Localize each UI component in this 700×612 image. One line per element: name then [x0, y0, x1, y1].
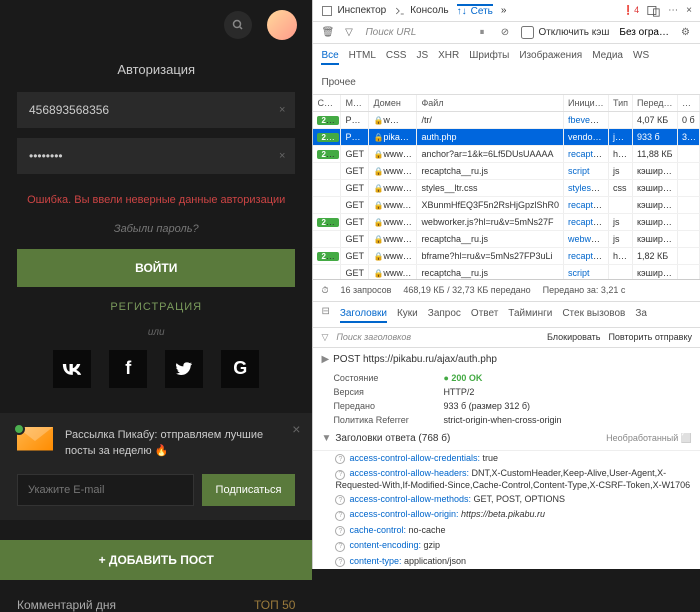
response-header: ?access-control-allow-origin: https://be…: [313, 507, 700, 523]
funnel-icon[interactable]: ▽: [342, 26, 355, 39]
filter-html[interactable]: HTML: [349, 48, 376, 65]
block-icon[interactable]: ⊘: [498, 26, 511, 39]
summary-reqs: 16 запросов: [340, 285, 391, 296]
trash-icon[interactable]: 🗑: [321, 26, 334, 39]
network-row[interactable]: GET🔒www…recaptcha__ru.jsscriptjsкэширо…: [313, 163, 700, 180]
disable-cache-checkbox[interactable]: Отключить кэш: [521, 26, 609, 39]
network-row[interactable]: GET🔒www…recaptcha__ru.jswebwor…jsкэширо…: [313, 231, 700, 248]
clock-icon: ⏱: [321, 285, 328, 296]
tab-more[interactable]: »: [501, 5, 507, 16]
filter-шрифты[interactable]: Шрифты: [469, 48, 509, 65]
email-input[interactable]: [17, 474, 194, 506]
status-badge: ● 200 OK: [443, 373, 482, 383]
throttle-select[interactable]: Без огра…: [619, 27, 669, 38]
search-url-input[interactable]: Поиск URL: [365, 27, 465, 38]
fb-button[interactable]: f: [109, 350, 147, 388]
google-button[interactable]: G: [221, 350, 259, 388]
clear-icon[interactable]: ×: [279, 150, 285, 162]
filter-изображения[interactable]: Изображения: [519, 48, 582, 65]
network-row[interactable]: 200GET🔒www…anchor?ar=1&k=6Lf5DUsUAAAArec…: [313, 146, 700, 163]
tab-network[interactable]: ↑↓ Сеть: [457, 4, 493, 17]
cod-top-link[interactable]: ТОП 50: [254, 598, 295, 612]
add-post-button[interactable]: + ДОБАВИТЬ ПОСТ: [0, 540, 312, 580]
detail-tab[interactable]: Ответ: [471, 306, 498, 323]
network-row[interactable]: 200GET🔒www…bframe?hl=ru&v=5mNs27FP3uLire…: [313, 248, 700, 265]
forgot-link[interactable]: Забыли пароль?: [17, 223, 295, 249]
close-icon[interactable]: ×: [292, 421, 300, 437]
response-header: ?access-control-allow-credentials: true: [313, 451, 700, 467]
response-header: ?access-control-allow-methods: GET, POST…: [313, 492, 700, 508]
detail-tab[interactable]: Стек вызовов: [562, 306, 625, 323]
col-transferred[interactable]: Передано: [633, 95, 678, 111]
filter-xhr[interactable]: XHR: [438, 48, 459, 65]
pause-icon[interactable]: ⏸: [475, 26, 488, 39]
filter-css[interactable]: CSS: [386, 48, 407, 65]
gear-icon[interactable]: ⚙: [679, 26, 692, 39]
detail-tab[interactable]: Тайминги: [508, 306, 552, 323]
tab-inspector[interactable]: Инспектор: [321, 5, 386, 17]
cod-label: Комментарий дня: [17, 598, 116, 612]
col-size[interactable]: …: [678, 95, 700, 111]
twitter-button[interactable]: [165, 350, 203, 388]
error-text: Ошибка. Вы ввели неверные данные авториз…: [17, 184, 295, 223]
search-icon[interactable]: [224, 11, 252, 39]
search-headers-input[interactable]: Поиск заголовков: [336, 332, 539, 342]
col-status[interactable]: Ст…: [313, 95, 341, 111]
summary-time: Передано за: 3,21 с: [543, 285, 626, 296]
filter-прочее[interactable]: Прочее: [321, 75, 355, 90]
responsive-icon[interactable]: [647, 4, 660, 17]
tab-console[interactable]: Консоль: [394, 5, 448, 17]
funnel-icon[interactable]: ▽: [321, 332, 328, 343]
network-row[interactable]: 200P…🔒w…/tr/fbevents…4,07 КБ0 б: [313, 112, 700, 129]
auth-title: Авторизация: [17, 50, 295, 92]
newsletter-text: Рассылка Пикабу: отправляем лучшие посты…: [65, 427, 295, 460]
filter-js[interactable]: JS: [416, 48, 428, 65]
network-row[interactable]: GET🔒www…styles__ltr.cssstylesheetcssкэши…: [313, 180, 700, 197]
response-header: ?access-control-allow-headers: DNT,X-Cus…: [313, 466, 700, 492]
detail-tab[interactable]: Заголовки: [340, 306, 387, 323]
subscribe-button[interactable]: Подписаться: [202, 474, 296, 506]
block-button[interactable]: Блокировать: [547, 332, 600, 342]
request-url: ▶POST https://pikabu.ru/ajax/auth.php: [313, 348, 700, 371]
filter-все[interactable]: Все: [321, 48, 338, 65]
response-header: ?content-encoding: gzip: [313, 538, 700, 554]
resend-button[interactable]: Повторить отправку: [608, 332, 692, 342]
filter-медиа[interactable]: Медиа: [592, 48, 623, 65]
col-type[interactable]: Тип: [609, 95, 633, 111]
col-initiator[interactable]: Иници…: [564, 95, 609, 111]
col-domain[interactable]: Домен: [369, 95, 417, 111]
col-method[interactable]: М…: [341, 95, 369, 111]
filter-ws[interactable]: WS: [633, 48, 649, 65]
response-header: ?content-type: application/json: [313, 554, 700, 570]
summary-size: 468,19 КБ / 32,73 КБ передано: [403, 285, 530, 296]
or-label: или: [17, 327, 295, 338]
clear-icon[interactable]: ×: [279, 104, 285, 116]
detail-tab[interactable]: Запрос: [428, 306, 461, 323]
register-link[interactable]: РЕГИСТРАЦИЯ: [17, 301, 295, 327]
network-row[interactable]: GET🔒www.gst…recaptcha__ru.jsscriptкэширо…: [313, 265, 700, 279]
network-row[interactable]: GET🔒www.go…XBunmHfEQ3F5n2RsHjGpzlShR0rec…: [313, 197, 700, 214]
vk-button[interactable]: [53, 350, 91, 388]
response-headers-section[interactable]: ▼Заголовки ответа (768 б)Необработанный …: [313, 427, 700, 451]
login-button[interactable]: ВОЙТИ: [17, 249, 295, 287]
close-icon[interactable]: ×: [686, 5, 692, 16]
response-header: ?cache-control: no-cache: [313, 523, 700, 539]
password-input[interactable]: [17, 138, 295, 174]
toggle-pane-icon[interactable]: ⊟: [321, 306, 329, 323]
col-file[interactable]: Файл: [417, 95, 564, 111]
network-row[interactable]: 200GET🔒www…webworker.js?hl=ru&v=5mNs27Fr…: [313, 214, 700, 231]
envelope-icon: [17, 427, 53, 455]
menu-icon[interactable]: ⋯: [668, 5, 678, 16]
avatar[interactable]: [267, 10, 297, 40]
detail-tab[interactable]: За: [635, 306, 647, 323]
network-row[interactable]: 200P…🔒pikab…auth.phpvendors…json933 б3…: [313, 129, 700, 146]
detail-tab[interactable]: Куки: [397, 306, 418, 323]
username-input[interactable]: [17, 92, 295, 128]
